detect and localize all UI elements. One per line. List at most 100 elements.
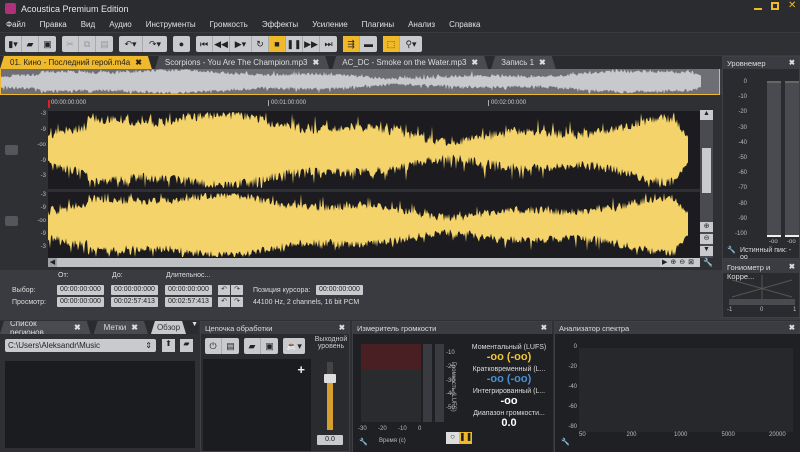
tab-markers[interactable]: Метки ✖ <box>94 321 148 334</box>
follow-playback-button[interactable]: ⇶ <box>343 36 360 52</box>
scroll-down-icon[interactable]: ▼ <box>700 246 713 256</box>
close-icon[interactable]: ✖ <box>541 323 547 332</box>
redo-button[interactable]: ↷▾ <box>143 36 167 52</box>
view-duration-field[interactable]: 00:02:57:413 <box>165 297 212 307</box>
undo-view-button[interactable]: ↶ <box>218 297 230 307</box>
scroll-up-icon[interactable]: ▲ <box>700 110 713 120</box>
add-effect-icon[interactable]: + <box>297 362 305 377</box>
wrench-icon[interactable]: 🔧 <box>727 246 736 254</box>
output-level-slider[interactable] <box>324 362 336 430</box>
file-tab[interactable]: 01. Кино - Последний герой.m4a ✖ <box>0 56 152 69</box>
menu-item[interactable]: Аудио <box>109 20 132 29</box>
pause-button[interactable]: ❚❚ <box>286 36 303 52</box>
maximize-button[interactable] <box>771 2 779 10</box>
go-end-button[interactable]: ⏭ <box>320 36 337 52</box>
menu-item[interactable]: Усиление <box>312 20 347 29</box>
folder-path-select[interactable]: C:\Users\Aleksandr\Music ⇕ <box>5 339 156 352</box>
close-icon[interactable]: ✖ <box>789 58 795 67</box>
undo-button[interactable]: ↶▾ <box>119 36 143 52</box>
cursor-position-field[interactable]: 00:00:00:000 <box>316 285 363 295</box>
file-list[interactable] <box>5 361 195 448</box>
vertical-scrollbar[interactable]: ▲ ⊕ ⊖ ▼ <box>700 110 713 258</box>
close-tab-icon[interactable]: ✖ <box>471 58 478 67</box>
reset-button[interactable]: ○ <box>446 432 459 444</box>
paste-button[interactable]: ▤ <box>96 36 113 52</box>
view-mode-button[interactable]: ▬ <box>360 36 377 52</box>
loop-button[interactable]: ↻ <box>252 36 269 52</box>
menu-item[interactable]: Эффекты <box>262 20 298 29</box>
channel-right[interactable] <box>48 192 700 258</box>
scroll-zoom-controls[interactable]: ▶⊕⊖⊠ <box>660 258 700 267</box>
tab-browse[interactable]: Обзор <box>151 321 186 334</box>
close-icon[interactable]: ✖ <box>789 262 795 271</box>
menu-item[interactable]: Правка <box>40 20 67 29</box>
menu-item[interactable]: Плагины <box>362 20 394 29</box>
scrollbar-thumb[interactable] <box>702 148 711 193</box>
channel-toggle-left[interactable] <box>5 145 18 155</box>
minimize-button[interactable] <box>754 2 762 10</box>
waveform-overview[interactable] <box>0 69 720 95</box>
view-from-field[interactable]: 00:00:00:000 <box>57 297 104 307</box>
wrench-icon[interactable]: 🔧 <box>359 438 368 446</box>
add-effect-menu-button[interactable]: ☕▾ <box>283 338 305 354</box>
channel-left[interactable] <box>48 111 700 189</box>
close-tab-icon[interactable]: ✖ <box>135 58 142 67</box>
redo-selection-button[interactable]: ↷ <box>231 285 243 295</box>
undo-selection-button[interactable]: ↶ <box>218 285 230 295</box>
selection-from-field[interactable]: 00:00:00:000 <box>57 285 104 295</box>
view-to-field[interactable]: 00:02:57:413 <box>111 297 158 307</box>
output-level-value[interactable]: 0.0 <box>317 435 343 445</box>
rewind-button[interactable]: ◀◀ <box>213 36 230 52</box>
close-button[interactable]: ✕ <box>788 1 796 11</box>
settings-wrench-icon[interactable]: 🔧 <box>703 258 713 267</box>
time-ruler[interactable]: 00:00:00:000 00:01:00:000 00:02:00:000 <box>48 100 700 110</box>
save-button[interactable]: ▣ <box>39 36 56 52</box>
play-button[interactable]: ▶▾ <box>230 36 252 52</box>
horizontal-scrollbar[interactable]: ◀ ▶⊕⊖⊠ <box>48 258 700 267</box>
menu-item[interactable]: Вид <box>81 20 95 29</box>
forward-button[interactable]: ▶▶ <box>303 36 320 52</box>
copy-button[interactable]: ⧉ <box>79 36 96 52</box>
file-tab[interactable]: Запись 1 ✖ <box>491 56 556 69</box>
file-tab[interactable]: AC_DC - Smoke on the Water.mp3 ✖ <box>332 56 488 69</box>
menu-item[interactable]: Анализ <box>408 20 435 29</box>
close-icon[interactable]: ✖ <box>789 323 795 332</box>
pause-meter-button[interactable]: ❚❚ <box>459 432 472 444</box>
clipboard-button[interactable]: ▤ <box>222 338 239 354</box>
power-button[interactable]: ⏻ <box>205 338 222 354</box>
playhead-marker[interactable] <box>48 100 50 108</box>
close-tab-icon[interactable]: ✖ <box>539 58 546 67</box>
channel-toggle-right[interactable] <box>5 216 18 226</box>
menu-item[interactable]: Справка <box>449 20 480 29</box>
tab-regions[interactable]: Список регионов ✖ <box>0 321 91 334</box>
zoom-in-icon[interactable]: ⊕ <box>700 222 713 232</box>
effects-chain-list[interactable]: + <box>203 359 311 451</box>
menu-item[interactable]: Файл <box>6 20 26 29</box>
zoom-tool-button[interactable]: ⚲▾ <box>400 36 422 52</box>
tabs-dropdown-icon[interactable]: ▼ <box>191 321 198 334</box>
select-tool-button[interactable]: ⬚ <box>383 36 400 52</box>
save-preset-button[interactable]: ▣ <box>261 338 278 354</box>
go-start-button[interactable]: ⏮ <box>196 36 213 52</box>
selection-duration-field[interactable]: 00:00:00:000 <box>165 285 212 295</box>
selection-to-field[interactable]: 00:00:00:000 <box>111 285 158 295</box>
new-file-button[interactable]: ▮▾ <box>5 36 22 52</box>
browse-folder-button[interactable]: ▰ <box>180 339 193 352</box>
open-preset-button[interactable]: ▰ <box>244 338 261 354</box>
close-tab-icon[interactable]: ✖ <box>313 58 320 67</box>
open-button[interactable]: ▰ <box>22 36 39 52</box>
record-button[interactable]: ● <box>173 36 190 52</box>
redo-view-button[interactable]: ↷ <box>231 297 243 307</box>
scroll-left-icon[interactable]: ◀ <box>48 258 57 267</box>
wrench-icon[interactable]: 🔧 <box>561 438 570 446</box>
folder-up-button[interactable]: ⬆ <box>162 339 175 352</box>
stop-button[interactable]: ■ <box>269 36 286 52</box>
menu-item[interactable]: Громкость <box>210 20 248 29</box>
menu-item[interactable]: Инструменты <box>146 20 196 29</box>
close-icon[interactable]: ✖ <box>74 323 81 332</box>
cut-button[interactable]: ✂ <box>62 36 79 52</box>
zoom-out-icon[interactable]: ⊖ <box>700 234 713 244</box>
file-tab[interactable]: Scorpions - You Are The Champion.mp3 ✖ <box>155 56 329 69</box>
close-icon[interactable]: ✖ <box>339 323 345 332</box>
close-icon[interactable]: ✖ <box>131 323 138 332</box>
